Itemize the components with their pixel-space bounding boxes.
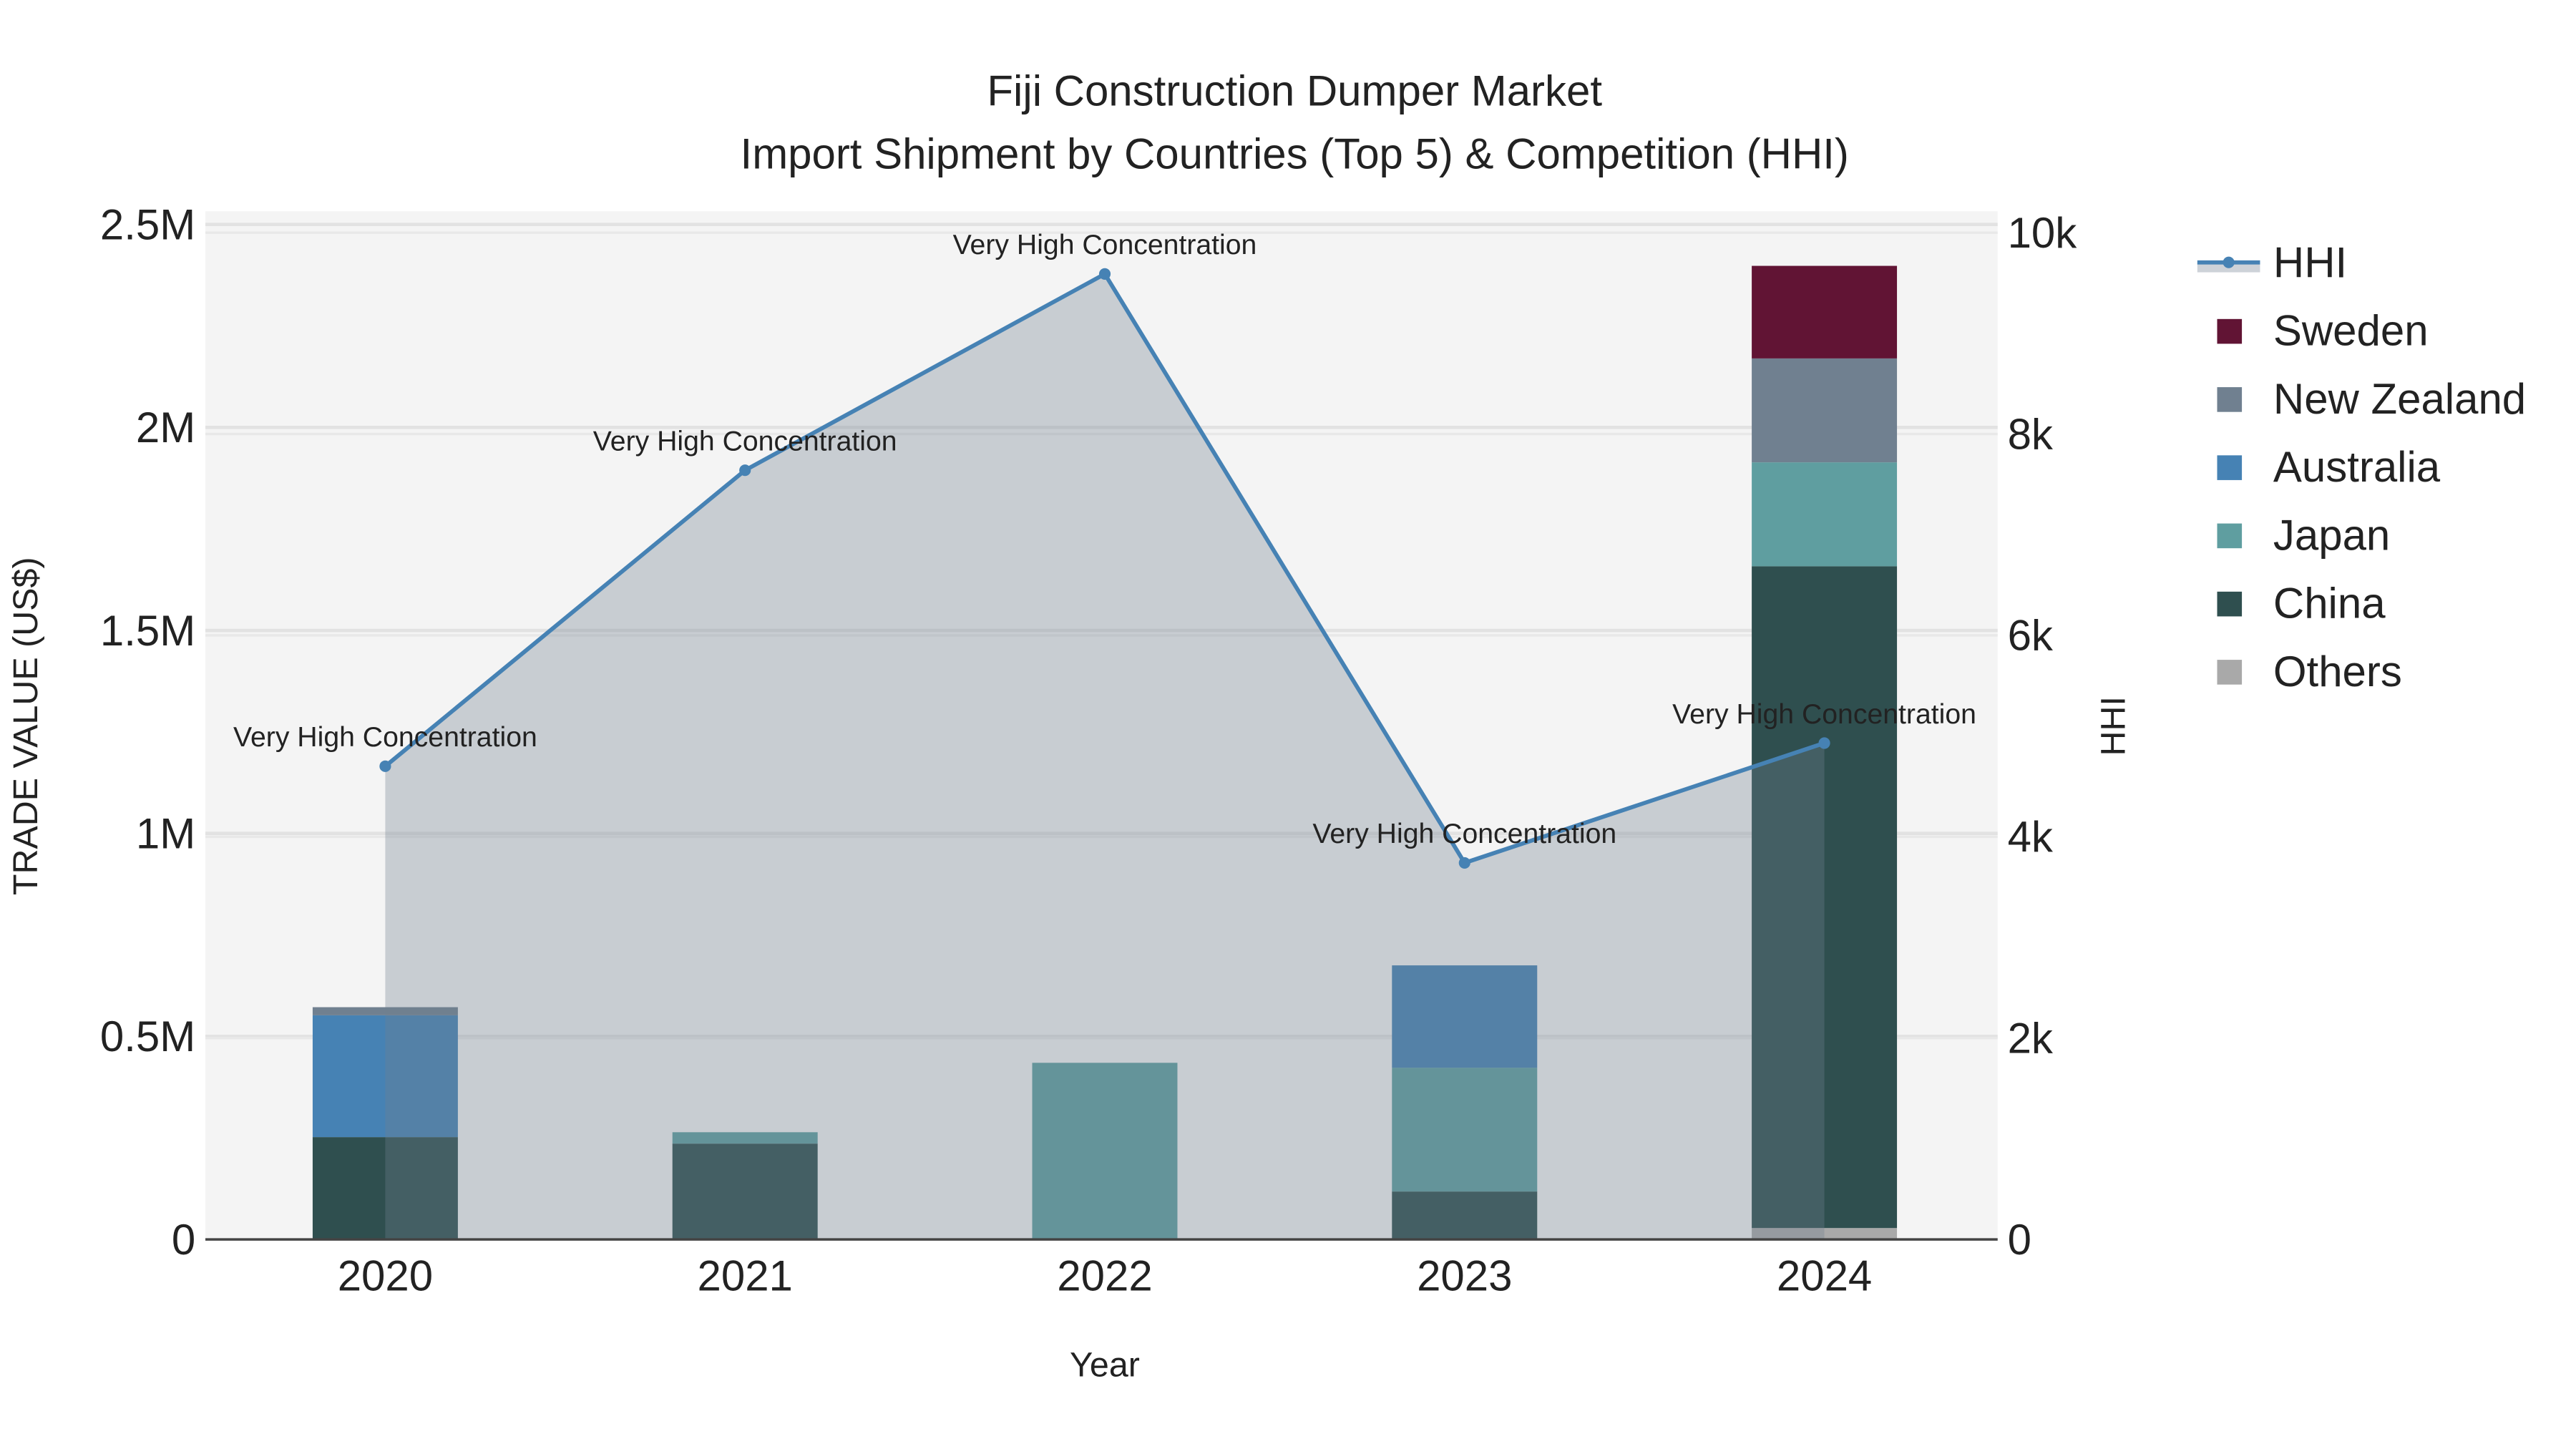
y-tick-label: 1.5M	[100, 607, 195, 655]
y-tick-label: 0	[172, 1216, 195, 1264]
hhi-annotation: Very High Concentration	[1672, 699, 1976, 730]
hhi-annotation: Very High Concentration	[233, 722, 537, 753]
bar-new-zealand-2024	[1752, 358, 1898, 463]
hhi-annotation: Very High Concentration	[593, 426, 897, 457]
legend-swatch-sweden	[2217, 318, 2243, 344]
y2-tick-label: 2k	[2008, 1014, 2054, 1062]
y2-axis-label: HHI	[2094, 696, 2132, 756]
x-axis-label: Year	[1070, 1346, 1140, 1385]
legend-label: Japan	[2273, 511, 2390, 559]
legend-label: New Zealand	[2273, 375, 2526, 423]
hhi-annotation: Very High Concentration	[953, 230, 1257, 260]
y-tick-label: 1M	[136, 809, 195, 857]
legend-swatch-others	[2217, 660, 2243, 685]
x-tick-label: 2020	[338, 1252, 433, 1300]
legend-label: Others	[2273, 648, 2402, 696]
hhi-annotation: Very High Concentration	[1312, 819, 1616, 849]
chart-title: Fiji Construction Dumper Market	[987, 67, 1602, 115]
x-tick-label: 2024	[1777, 1252, 1872, 1300]
y2-tick-label: 10k	[2008, 209, 2078, 257]
hhi-point-2022	[1098, 268, 1111, 280]
chart: Fiji Construction Dumper Market Import S…	[6, 67, 2526, 1385]
y2-tick-label: 6k	[2008, 612, 2054, 660]
bar-japan-2024	[1752, 462, 1898, 567]
x-tick-label: 2023	[1417, 1252, 1512, 1300]
y2-tick-label: 8k	[2008, 410, 2054, 458]
y2-tick-label: 0	[2008, 1216, 2031, 1264]
legend-swatch-australia	[2217, 455, 2243, 480]
legend-swatch-china	[2217, 591, 2243, 617]
y-axis-label: TRADE VALUE (US$)	[6, 557, 45, 895]
legend-label: HHI	[2273, 238, 2347, 286]
hhi-point-2020	[379, 760, 391, 772]
x-tick-label: 2021	[698, 1252, 793, 1300]
y-tick-label: 2.5M	[100, 200, 195, 248]
legend-label: Australia	[2273, 443, 2441, 491]
y-tick-label: 0.5M	[100, 1013, 195, 1060]
hhi-point-2023	[1458, 857, 1470, 869]
legend-swatch-new-zealand	[2217, 387, 2243, 412]
chart-subtitle: Import Shipment by Countries (Top 5) & C…	[741, 130, 1849, 177]
x-tick-label: 2022	[1057, 1252, 1152, 1300]
legend-hhi-marker	[2223, 256, 2235, 268]
hhi-point-2024	[1818, 737, 1830, 749]
legend-label: China	[2273, 580, 2386, 628]
hhi-point-2021	[739, 464, 751, 477]
bar-sweden-2024	[1752, 265, 1898, 358]
y-tick-label: 2M	[136, 404, 195, 452]
legend-swatch-japan	[2217, 523, 2243, 549]
y2-tick-label: 4k	[2008, 813, 2054, 861]
legend-label: Sweden	[2273, 307, 2429, 355]
